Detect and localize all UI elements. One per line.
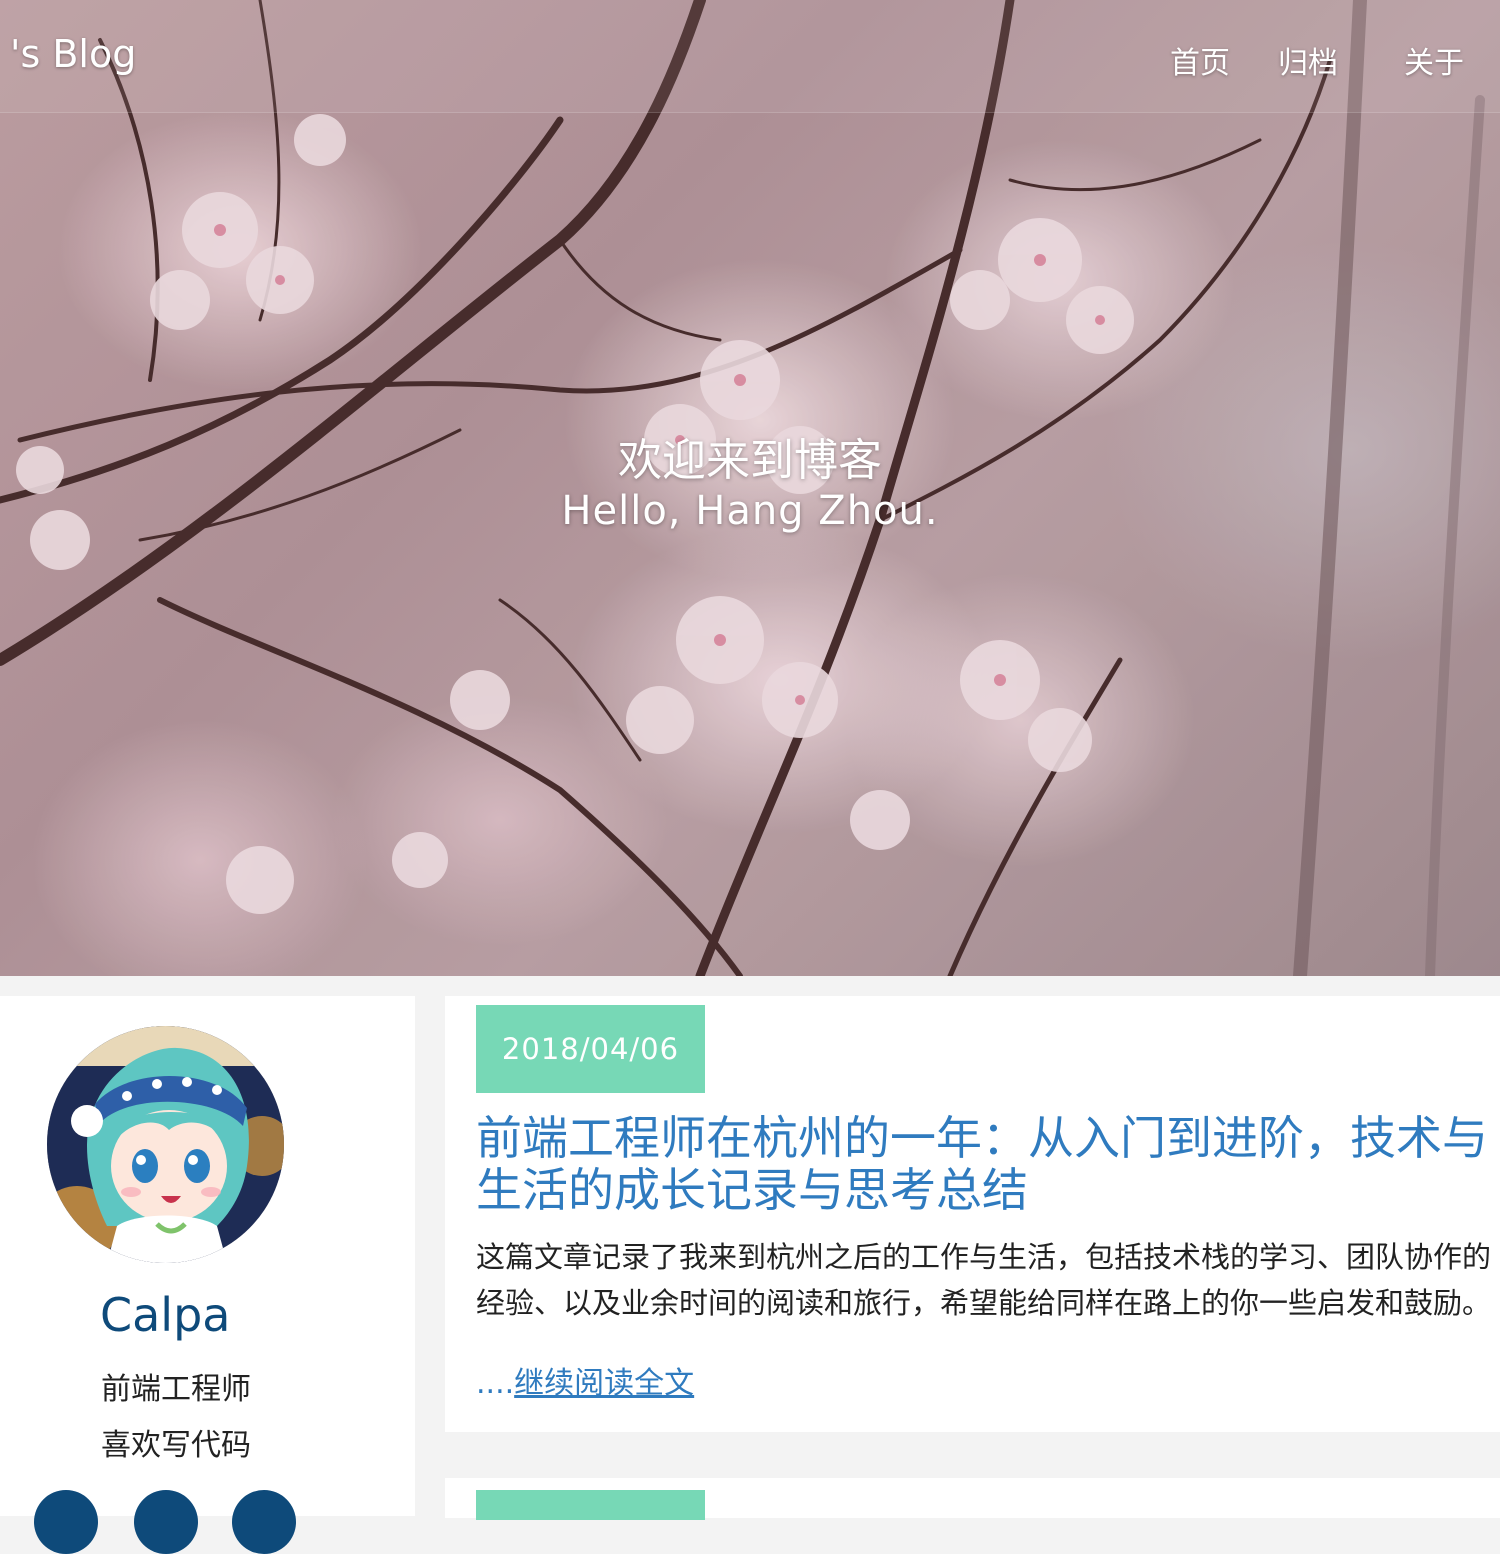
author-bio-line-2: 喜欢写代码 — [101, 1428, 251, 1463]
post-excerpt: 这篇文章记录了我来到杭州之后的工作与生活，包括技术栈的学习、团队协作的经验、以及… — [476, 1240, 1492, 1320]
avatar-illustration — [47, 1026, 284, 1263]
blog-brand-link[interactable]: 's Blog — [10, 32, 136, 76]
read-more-link[interactable]: 继续阅读全文 — [514, 1366, 694, 1401]
nav-link-archive[interactable]: 归档 — [1278, 38, 1338, 82]
author-name: Calpa — [100, 1288, 231, 1342]
nav-link-about[interactable]: 关于 — [1404, 38, 1464, 82]
top-navbar: 's Blog 首页 归档 关于 — [0, 0, 1500, 113]
hero-banner: 's Blog 首页 归档 关于 欢迎来到博客 Hello, Hang Zhou… — [0, 0, 1500, 976]
author-bio-line-1: 前端工程师 — [101, 1372, 251, 1407]
read-more-prefix: .... — [476, 1366, 515, 1401]
post-date-badge-2 — [476, 1490, 705, 1520]
post-date-badge: 2018/04/06 — [476, 1005, 705, 1093]
hero-title: 欢迎来到博客 — [618, 435, 882, 486]
author-avatar — [47, 1026, 284, 1263]
hero-subtitle: Hello, Hang Zhou. — [561, 488, 939, 534]
post-title-link[interactable]: 前端工程师在杭州的一年：从入门到进阶，技术与生活的成长记录与思考总结 — [476, 1112, 1496, 1216]
read-more: ....继续阅读全文 — [476, 1358, 694, 1402]
nav-link-home[interactable]: 首页 — [1170, 38, 1230, 82]
